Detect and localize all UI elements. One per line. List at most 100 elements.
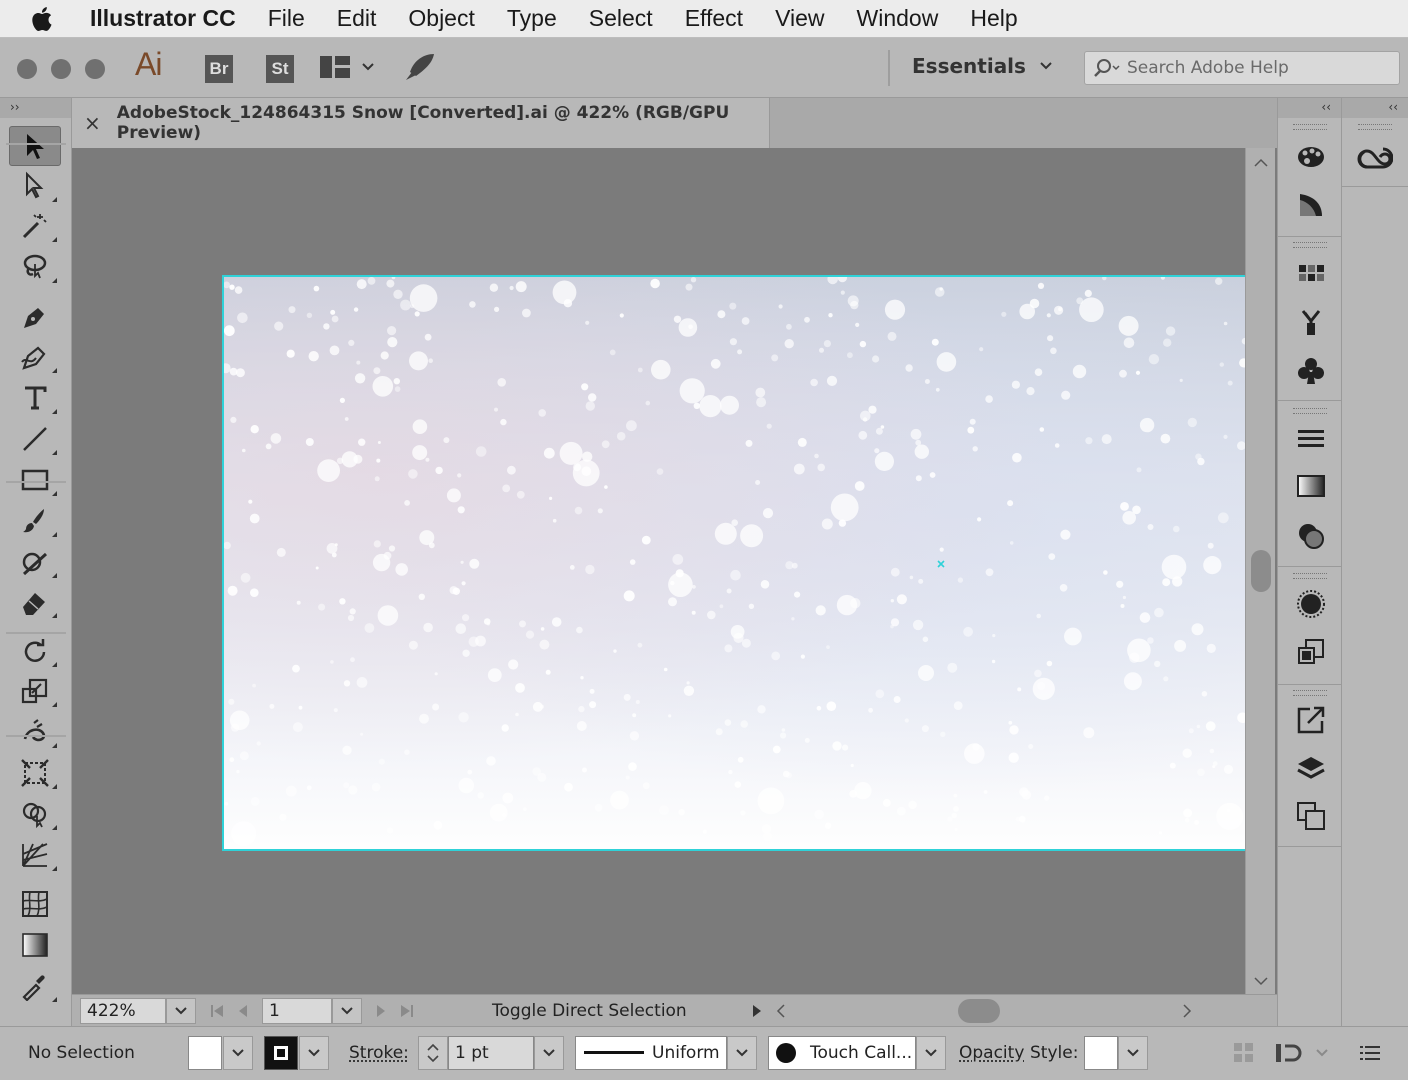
apple-icon[interactable] bbox=[32, 6, 72, 32]
stock-button[interactable]: St bbox=[266, 55, 294, 83]
document-tab[interactable]: × AdobeStock_124864315 Snow [Converted].… bbox=[72, 98, 770, 148]
zoom-dropdown[interactable] bbox=[166, 997, 196, 1024]
pen-tool-button[interactable] bbox=[9, 297, 61, 337]
workspace-switcher[interactable]: Essentials bbox=[912, 54, 1052, 78]
fill-swatch[interactable] bbox=[188, 1036, 222, 1070]
bridge-button[interactable]: Br bbox=[205, 55, 233, 83]
menu-view[interactable]: View bbox=[759, 5, 840, 32]
menu-window[interactable]: Window bbox=[841, 5, 955, 32]
graphic-styles-panel-button[interactable] bbox=[1291, 632, 1331, 672]
opacity-link[interactable]: Opacity bbox=[959, 1036, 1024, 1070]
direct-selection-tool-button[interactable] bbox=[9, 166, 61, 206]
profile-dropdown[interactable] bbox=[727, 1036, 757, 1070]
type-tool-button[interactable] bbox=[9, 378, 61, 418]
color-guide-panel-button[interactable] bbox=[1291, 185, 1331, 225]
warp-tool-button[interactable] bbox=[9, 712, 61, 752]
swatches-panel-button[interactable] bbox=[1291, 254, 1331, 294]
stroke-weight-dropdown[interactable] bbox=[534, 1036, 564, 1070]
menu-edit[interactable]: Edit bbox=[321, 5, 393, 32]
tools-panel-collapse[interactable]: ›› bbox=[0, 98, 71, 118]
transparency-panel-button[interactable] bbox=[1291, 516, 1331, 556]
stroke-weight-stepper[interactable] bbox=[418, 1036, 448, 1070]
stroke-swatch[interactable] bbox=[264, 1036, 298, 1070]
artboard[interactable] bbox=[222, 275, 1245, 851]
curvature-tool-button[interactable] bbox=[9, 337, 61, 377]
gpu-performance-button[interactable] bbox=[404, 52, 436, 82]
panel-group-grip[interactable] bbox=[1293, 690, 1327, 696]
stroke-color-dropdown[interactable] bbox=[299, 1036, 329, 1070]
vertical-scrollbar[interactable] bbox=[1245, 148, 1275, 994]
graphic-style-dropdown[interactable] bbox=[1118, 1036, 1148, 1070]
gradient-panel-button[interactable] bbox=[1291, 466, 1331, 506]
scale-tool-button[interactable] bbox=[9, 671, 61, 711]
layers-panel-button[interactable] bbox=[1291, 749, 1331, 789]
shaper-tool-button[interactable] bbox=[9, 542, 61, 582]
window-zoom-button[interactable] bbox=[85, 59, 105, 79]
symbols-panel-button[interactable] bbox=[1291, 351, 1331, 391]
last-artboard-icon[interactable] bbox=[400, 1004, 414, 1018]
stroke-label[interactable]: Stroke: bbox=[349, 1036, 409, 1070]
rectangle-tool-button[interactable] bbox=[9, 460, 61, 500]
paintbrush-tool-button[interactable] bbox=[9, 501, 61, 541]
close-document-button[interactable]: × bbox=[84, 111, 101, 135]
gradient-tool-button[interactable] bbox=[9, 925, 61, 965]
window-minimize-button[interactable] bbox=[51, 59, 71, 79]
status-text[interactable]: Toggle Direct Selection bbox=[492, 1001, 752, 1021]
variable-width-profile[interactable]: Uniform bbox=[575, 1036, 727, 1070]
artboard-number-field[interactable]: 1 bbox=[262, 997, 332, 1024]
zoom-field[interactable]: 422% bbox=[80, 997, 166, 1024]
horizontal-scrollbar[interactable] bbox=[776, 995, 1196, 1027]
artboard-dropdown[interactable] bbox=[332, 997, 362, 1024]
canvas[interactable] bbox=[72, 148, 1245, 994]
menu-effect[interactable]: Effect bbox=[669, 5, 759, 32]
magic-wand-tool-button[interactable] bbox=[9, 206, 61, 246]
graphic-style-swatch[interactable] bbox=[1084, 1036, 1118, 1070]
menu-type[interactable]: Type bbox=[491, 5, 573, 32]
eyedropper-tool-button[interactable] bbox=[9, 966, 61, 1006]
vertical-scroll-thumb[interactable] bbox=[1251, 550, 1271, 592]
menu-object[interactable]: Object bbox=[392, 5, 490, 32]
perspective-grid-tool-button[interactable] bbox=[9, 835, 61, 875]
free-transform-tool-button[interactable] bbox=[9, 753, 61, 793]
arrange-documents-button[interactable] bbox=[320, 56, 374, 78]
artboards-panel-button[interactable] bbox=[1291, 796, 1331, 836]
appearance-panel-button[interactable] bbox=[1291, 584, 1331, 624]
shape-builder-tool-button[interactable] bbox=[9, 794, 61, 834]
line-tool-button[interactable] bbox=[9, 419, 61, 459]
align-options-button[interactable] bbox=[1234, 1036, 1254, 1070]
stroke-panel-button[interactable] bbox=[1291, 418, 1331, 458]
brushes-panel-button[interactable] bbox=[1291, 302, 1331, 342]
first-artboard-icon[interactable] bbox=[210, 1004, 224, 1018]
brush-definition[interactable]: Touch Call... bbox=[768, 1036, 916, 1070]
control-panel-menu-button[interactable] bbox=[1360, 1036, 1380, 1070]
transform-options-button[interactable] bbox=[1276, 1036, 1328, 1070]
menu-help[interactable]: Help bbox=[954, 5, 1033, 32]
lasso-tool-button[interactable] bbox=[9, 247, 61, 287]
export-panel-button[interactable] bbox=[1291, 700, 1331, 740]
libraries-dock-collapse[interactable]: ‹‹ bbox=[1342, 98, 1408, 118]
creative-cloud-libraries-button[interactable] bbox=[1355, 138, 1395, 178]
fill-dropdown[interactable] bbox=[223, 1036, 253, 1070]
search-adobe-help-input[interactable]: Search Adobe Help bbox=[1084, 51, 1400, 85]
panel-group-grip[interactable] bbox=[1293, 573, 1327, 579]
horizontal-scroll-thumb[interactable] bbox=[958, 998, 1000, 1023]
window-close-button[interactable] bbox=[17, 59, 37, 79]
rotate-tool-button[interactable] bbox=[9, 631, 61, 671]
libraries-grip[interactable] bbox=[1358, 124, 1392, 130]
stroke-weight-field[interactable]: 1 pt bbox=[448, 1036, 534, 1070]
panel-group-grip[interactable] bbox=[1293, 242, 1327, 248]
next-artboard-icon[interactable] bbox=[376, 1004, 386, 1018]
selection-tool-button[interactable] bbox=[9, 126, 61, 166]
menu-select[interactable]: Select bbox=[573, 5, 669, 32]
menu-app-name[interactable]: Illustrator CC bbox=[90, 5, 236, 32]
color-panel-button[interactable] bbox=[1291, 137, 1331, 177]
mesh-tool-button[interactable] bbox=[9, 884, 61, 924]
menu-file[interactable]: File bbox=[252, 5, 321, 32]
status-menu-arrow-icon[interactable] bbox=[752, 1004, 762, 1018]
brush-dropdown[interactable] bbox=[916, 1036, 946, 1070]
panel-group-grip[interactable] bbox=[1293, 408, 1327, 414]
previous-artboard-icon[interactable] bbox=[238, 1004, 248, 1018]
eraser-tool-button[interactable] bbox=[9, 582, 61, 622]
panel-dock-collapse[interactable]: ‹‹ bbox=[1278, 98, 1341, 118]
panel-group-grip[interactable] bbox=[1293, 124, 1327, 130]
